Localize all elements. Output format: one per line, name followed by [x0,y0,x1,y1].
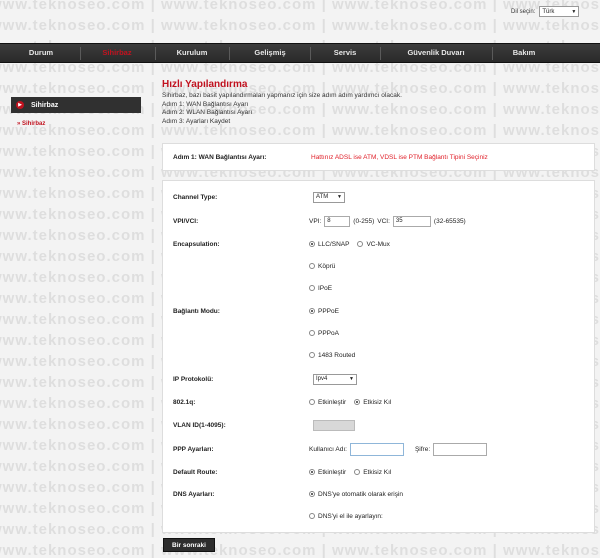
dot1q-enable-radio[interactable]: Etkinleştir [309,399,346,406]
step-header: Adım 1: WAN Bağlantısı Ayarı: Hattınız A… [162,143,595,171]
channel-type-label: Channel Type: [173,193,218,201]
dot1q-disable-radio[interactable]: Etkisiz Kıl [354,399,391,406]
vlan-id-label: VLAN ID(1-4095): [173,421,226,429]
username-input[interactable] [349,442,404,456]
nav-divider [80,47,81,60]
wan-settings-form: Channel Type: ATM ▼ VPI/VCI: VPI: 8 (0-2… [162,180,595,533]
nav-guvenlik-duvari[interactable]: Güvenlik Duvarı [407,44,464,62]
vci-range: (32-65535) [433,217,466,225]
watermark-line: www.teknoseo.com | www.teknoseo.com | ww… [0,0,600,13]
step-hint: Hattınız ADSL ise ATM, VDSL ise PTM Bağl… [311,153,488,161]
ip-protocol-select[interactable]: Ipv4 ▼ [313,373,357,385]
channel-type-select[interactable]: ATM ▼ [313,191,345,203]
encapsulation-llc-radio[interactable]: LLC/SNAP [309,241,349,248]
dns-settings-label: DNS Ayarları: [173,490,215,498]
nav-divider [229,47,230,60]
vci-input[interactable]: 35 [392,215,431,227]
nav-durum[interactable]: Durum [29,44,53,62]
mode-pppoe-radio[interactable]: PPPoE [309,308,339,315]
mode-pppoa-radio[interactable]: PPPoA [309,330,339,337]
language-label: Dil seçin: [511,8,536,15]
encapsulation-vcmux-radio[interactable]: VC-Mux [357,241,390,248]
default-route-disable-radio[interactable]: Etkisiz Kıl [354,469,391,476]
password-input[interactable] [433,442,488,456]
nav-divider [380,47,381,60]
default-route-enable-radio[interactable]: Etkinleştir [309,469,346,476]
intro-text: Sihirbaz, bazı basit yapılandırmaları ya… [162,92,402,99]
nav-divider [310,47,311,60]
top-navigation: Durum Sihirbaz Kurulum Gelişmiş Servis G… [0,43,600,63]
language-selector: Dil seçin: Türk ▼ [511,6,580,17]
nav-divider [492,47,493,60]
sidebar-item-sihirbaz[interactable]: » Sihirbaz [17,121,45,127]
vpi-range: (0-255) [353,217,375,225]
default-route-label: Default Route: [173,468,218,476]
dns-auto-radio[interactable]: DNS'ye otomatik olarak erişin [309,491,403,498]
mode-kopru-radio[interactable]: Köprü [309,263,335,270]
nav-servis[interactable]: Servis [334,44,357,62]
mode-1483-routed-radio[interactable]: 1483 Routed [309,352,355,359]
nav-divider [155,47,156,60]
vpi-label: VPI: [309,217,322,225]
step-list-item: Adım 1: WAN Bağlantısı Ayarı [162,100,249,108]
intro-section: Hızlı Yapılandırma Sihirbaz, bazı basit … [162,79,402,126]
chevron-right-icon: ▶ [16,101,24,109]
step-list-item: Adım 3: Ayarları Kaydet [162,117,231,125]
chevron-down-icon: ▼ [349,376,354,382]
vci-label: VCI: [377,217,390,225]
vlan-id-input[interactable] [313,419,355,431]
step-label: Adım 1: WAN Bağlantısı Ayarı: [173,153,267,161]
ppp-settings-label: PPP Ayarları: [173,445,214,453]
next-button[interactable]: Bir sonraki [163,538,215,552]
ip-protocol-label: IP Protokolü: [173,375,214,383]
sidebar-header: ▶ Sihirbaz [11,97,141,113]
mode-ipoe-radio[interactable]: IPoE [309,285,332,292]
nav-kurulum[interactable]: Kurulum [177,44,208,62]
page-title: Hızlı Yapılandırma [162,79,248,90]
password-label: Şifre: [414,445,431,453]
nav-bakim[interactable]: Bakım [513,44,536,62]
chevron-down-icon: ▼ [571,8,577,15]
watermark-line: www.teknoseo.com | www.teknoseo.com | ww… [0,17,600,34]
dot1q-label: 802.1q: [173,398,196,406]
vpi-vci-label: VPI/VCI: [173,217,199,225]
watermark-line: www.teknoseo.com | www.teknoseo.com | ww… [0,542,600,558]
encapsulation-label: Encapsulation: [173,240,220,248]
language-select[interactable]: Türk ▼ [539,6,580,17]
chevron-down-icon: ▼ [337,194,342,200]
username-label: Kullanıcı Adı: [309,445,347,453]
connection-mode-label: Bağlantı Modu: [173,307,220,315]
nav-gelismis[interactable]: Gelişmiş [254,44,285,62]
dns-manual-radio[interactable]: DNS'yi el ile ayarlayın: [309,513,383,520]
vpi-input[interactable]: 8 [324,215,351,227]
step-list-item: Adım 2: WLAN Bağlantısı Ayarı [162,109,253,116]
nav-sihirbaz[interactable]: Sihirbaz [102,44,131,62]
